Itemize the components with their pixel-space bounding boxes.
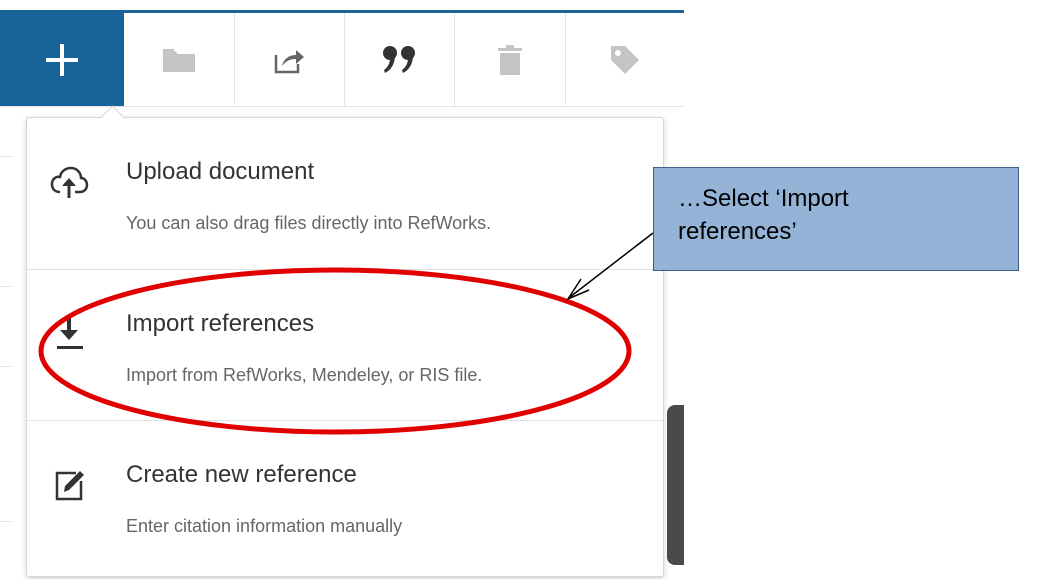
- callout-pointer-line: [569, 232, 654, 298]
- annotation-overlay: [38, 232, 654, 435]
- highlight-ellipse: [38, 267, 632, 435]
